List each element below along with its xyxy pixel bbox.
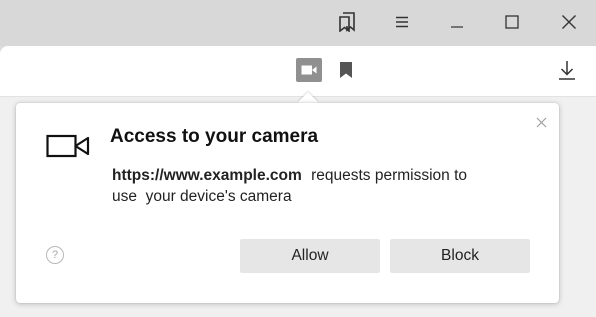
message-line-2: use your device's camera bbox=[112, 188, 292, 205]
minimize-icon[interactable] bbox=[442, 7, 472, 37]
bookmark-icon[interactable] bbox=[337, 59, 355, 81]
browser-toolbar bbox=[0, 46, 596, 97]
help-glyph: ? bbox=[51, 249, 59, 261]
camera-permission-popup: Access to your camera https://www.exampl… bbox=[16, 103, 559, 303]
maximize-icon[interactable] bbox=[497, 7, 527, 37]
help-icon[interactable]: ? bbox=[46, 246, 64, 264]
site-url: https://www.example.com bbox=[112, 167, 302, 184]
close-window-icon[interactable] bbox=[554, 7, 584, 37]
title-bar bbox=[0, 0, 596, 46]
camera-icon bbox=[46, 133, 90, 164]
camera-active-icon[interactable] bbox=[296, 58, 322, 82]
download-icon[interactable] bbox=[556, 59, 578, 81]
popup-title: Access to your camera bbox=[110, 126, 319, 147]
popup-message: https://www.example.com requests permiss… bbox=[112, 165, 512, 207]
close-popup-icon[interactable] bbox=[534, 115, 548, 129]
allow-button[interactable]: Allow bbox=[240, 239, 380, 273]
message-line-1: requests permission to bbox=[311, 167, 468, 184]
menu-icon[interactable] bbox=[387, 7, 417, 37]
bookmarks-panel-icon[interactable] bbox=[332, 7, 362, 37]
block-button[interactable]: Block bbox=[390, 239, 530, 273]
